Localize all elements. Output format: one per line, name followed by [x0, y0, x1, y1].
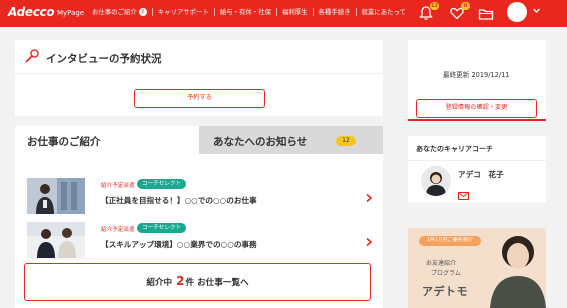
job-list-suffix: 件 お仕事一覧へ	[185, 278, 249, 288]
microphone-icon	[24, 48, 40, 64]
job-title: 【正社員を目指せる！】○○での○○のお仕事	[101, 196, 257, 205]
banner-pill: 1件1万円ご優待/紹介	[419, 236, 481, 246]
folder-icon[interactable]	[478, 6, 494, 22]
nav-procedures[interactable]: 各種手続き	[312, 8, 356, 16]
notice-count-badge: 12	[336, 136, 356, 146]
banner-line1: お友達紹介	[426, 260, 457, 267]
friend-referral-banner[interactable]: 1件1万円ご優待/紹介 お友達紹介 プログラム アデトモ	[408, 228, 546, 308]
career-coach-card: あなたのキャリアコーチ アデコ 花子	[408, 136, 546, 202]
nav-welfare[interactable]: 福利厚生	[275, 8, 313, 16]
profile-card: 最終更新 2019/12/11 登録情報の確認・変更	[408, 40, 546, 121]
tab-job-introduction-label: お仕事のご紹介	[27, 136, 101, 148]
coach-name: アデコ 花子	[458, 170, 504, 179]
interview-card: インタビューの予約状況 予約する	[15, 40, 383, 116]
mail-icon[interactable]	[458, 185, 469, 200]
banner-person-image	[490, 236, 546, 308]
top-header: Adecco MyPage お仕事のご紹介 2 キャリアサポート 給与・有休・社保…	[0, 0, 567, 27]
mypage-label: MyPage	[57, 9, 85, 17]
favorites-badge: 0	[461, 2, 470, 10]
bell-icon[interactable]: 12	[418, 2, 439, 21]
coach-photo	[421, 166, 451, 196]
coach-select-badge: コーチセレクト	[137, 179, 187, 189]
last-updated: 最終更新 2019/12/11	[443, 71, 510, 79]
chevron-down-icon[interactable]	[532, 6, 541, 18]
main-nav: お仕事のご紹介 2 キャリアサポート 給与・有休・社保 福利厚生 各種手続き 就業…	[92, 8, 411, 16]
nav-job-introduction[interactable]: お仕事のご紹介 2	[92, 8, 152, 16]
interview-title: インタビューの予約状況	[46, 53, 162, 65]
job-list-button[interactable]: 紹介中 2件 お仕事一覧へ	[24, 263, 371, 301]
nav-working[interactable]: 就業にあたって	[355, 8, 411, 16]
chevron-right-icon	[365, 193, 373, 206]
banner-title: アデトモ	[422, 285, 468, 298]
user-avatar[interactable]	[507, 2, 527, 22]
reserve-button[interactable]: 予約する	[134, 89, 265, 108]
tab-notifications[interactable]: あなたへのお知らせ 12	[199, 126, 383, 154]
jobs-card: お仕事のご紹介 あなたへのお知らせ 12 紹介予定派遣 コーチセレクト 【正社員…	[15, 126, 383, 308]
job-title: 【スキルアップ環境】○○業界での○○の事務	[101, 240, 257, 249]
adecco-logo[interactable]: Adecco	[8, 5, 55, 19]
job-thumbnail	[27, 222, 85, 258]
job-count-badge: 2	[138, 8, 147, 16]
confirm-registration-button[interactable]: 登録情報の確認・変更	[416, 99, 537, 118]
chevron-right-icon	[365, 237, 373, 250]
coach-heading: あなたのキャリアコーチ	[416, 145, 493, 153]
job-list-prefix: 紹介中	[146, 278, 173, 288]
nav-career-support[interactable]: キャリアサポート	[151, 8, 214, 16]
divider	[408, 160, 546, 161]
tab-notifications-label: あなたへのお知らせ	[213, 136, 308, 148]
job-list-item[interactable]: 紹介予定派遣 コーチセレクト 【スキルアップ環境】○○業界での○○の事務	[15, 222, 383, 264]
heart-icon[interactable]: 0	[449, 2, 470, 21]
tab-job-introduction[interactable]: お仕事のご紹介	[15, 126, 199, 154]
job-list-count: 2	[176, 274, 185, 288]
nav-salary[interactable]: 給与・有休・社保	[213, 8, 276, 16]
job-type-tag: 紹介予定派遣	[101, 183, 135, 189]
coach-select-badge: コーチセレクト	[137, 223, 187, 233]
job-list-item[interactable]: 紹介予定派遣 コーチセレクト 【正社員を目指せる！】○○での○○のお仕事	[15, 178, 383, 220]
notifications-badge: 12	[430, 2, 439, 10]
banner-line2: プログラム	[431, 270, 461, 277]
job-type-tag: 紹介予定派遣	[101, 227, 135, 233]
job-thumbnail	[27, 178, 85, 214]
interview-title-row: インタビューの予約状況	[15, 40, 383, 74]
